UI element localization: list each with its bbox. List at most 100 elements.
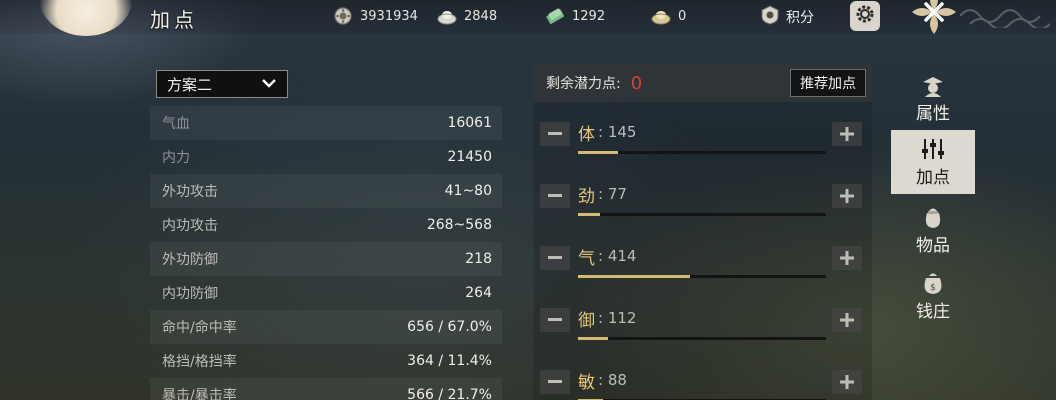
minus-icon bbox=[548, 380, 562, 383]
jade-note-icon bbox=[544, 6, 566, 26]
decrease-button[interactable] bbox=[540, 308, 570, 332]
points-button[interactable]: 积分 bbox=[760, 5, 814, 29]
remaining-points-value: 0 bbox=[630, 72, 643, 94]
stat-row: 内功防御 264 bbox=[150, 276, 502, 310]
attribute-name: 敏 bbox=[578, 373, 595, 393]
attribute-name: 体 bbox=[578, 125, 595, 145]
increase-button[interactable] bbox=[832, 370, 862, 394]
resource-currency-2: 2848 bbox=[436, 5, 497, 27]
tab-label: 钱庄 bbox=[916, 301, 950, 322]
remaining-points-label: 剩余潜力点: bbox=[546, 76, 621, 92]
attribute-progress-fill bbox=[578, 337, 608, 340]
attribute-progress-track bbox=[578, 275, 826, 278]
stat-value: 364 / 11.4% bbox=[407, 353, 492, 369]
money-bag-icon: $ bbox=[920, 271, 946, 295]
stat-label: 内功防御 bbox=[162, 286, 218, 302]
increase-button[interactable] bbox=[832, 184, 862, 208]
plan-dropdown[interactable]: 方案二 bbox=[156, 70, 288, 98]
attribute-value: : 112 bbox=[598, 309, 637, 327]
attribute-progress-fill bbox=[578, 275, 690, 278]
attribute-row-constitution: 体 : 145 bbox=[534, 118, 872, 158]
attribute-progress-track bbox=[578, 213, 826, 216]
stat-row: 内功攻击 268~568 bbox=[150, 208, 502, 242]
settings-button[interactable] bbox=[850, 1, 880, 31]
svg-text:$: $ bbox=[930, 283, 936, 293]
stat-label: 暴击/暴击率 bbox=[162, 388, 237, 400]
tab-add-points[interactable]: 加点 bbox=[891, 130, 975, 194]
attribute-name: 劲 bbox=[578, 187, 595, 207]
increase-button[interactable] bbox=[832, 122, 862, 146]
gold-ingot-icon bbox=[650, 6, 672, 26]
stat-value: 218 bbox=[465, 251, 492, 267]
decrease-button[interactable] bbox=[540, 122, 570, 146]
stat-value: 264 bbox=[465, 285, 492, 301]
attribute-progress-track bbox=[578, 151, 826, 154]
resource-currency-1: 3931934 bbox=[332, 5, 418, 27]
stat-row: 格挡/格挡率 364 / 11.4% bbox=[150, 344, 502, 378]
stat-label: 格挡/格挡率 bbox=[162, 354, 237, 370]
minus-icon bbox=[548, 194, 562, 197]
stat-row: 外功攻击 41~80 bbox=[150, 174, 502, 208]
tab-bank[interactable]: $ 钱庄 bbox=[891, 264, 975, 328]
minus-icon bbox=[548, 256, 562, 259]
stat-value: 21450 bbox=[447, 149, 492, 165]
stat-value: 41~80 bbox=[444, 183, 492, 199]
tab-items[interactable]: 物品 bbox=[891, 198, 975, 262]
attribute-name: 御 bbox=[578, 311, 595, 331]
resource-currency-4: 0 bbox=[650, 5, 686, 27]
plus-icon bbox=[840, 127, 854, 141]
plus-icon bbox=[840, 189, 854, 203]
stat-label: 气血 bbox=[162, 116, 190, 132]
tab-attributes[interactable]: 属性 bbox=[891, 66, 975, 130]
tab-label: 物品 bbox=[916, 235, 950, 256]
plus-icon bbox=[840, 375, 854, 389]
increase-button[interactable] bbox=[832, 246, 862, 270]
increase-button[interactable] bbox=[832, 308, 862, 332]
stat-row: 气血 16061 bbox=[150, 106, 502, 140]
gear-coin-icon bbox=[332, 6, 354, 26]
character-icon bbox=[921, 73, 945, 97]
close-icon bbox=[908, 0, 960, 42]
page-title: 加点 bbox=[150, 8, 198, 32]
resource-currency-3: 1292 bbox=[544, 5, 605, 27]
decrease-button[interactable] bbox=[540, 370, 570, 394]
attribute-progress-fill bbox=[578, 213, 601, 216]
minus-icon bbox=[548, 318, 562, 321]
stat-label: 内功攻击 bbox=[162, 218, 218, 234]
attribute-row-agility: 敏 : 88 bbox=[534, 366, 872, 400]
stat-row: 外功防御 218 bbox=[150, 242, 502, 276]
minus-icon bbox=[548, 132, 562, 135]
stat-value: 16061 bbox=[447, 115, 492, 131]
stat-row: 暴击/暴击率 566 / 21.7% bbox=[150, 378, 502, 400]
tab-label: 属性 bbox=[916, 103, 950, 124]
stat-label: 外功防御 bbox=[162, 252, 218, 268]
close-button[interactable] bbox=[908, 0, 960, 40]
plus-icon bbox=[840, 313, 854, 327]
decrease-button[interactable] bbox=[540, 184, 570, 208]
allocation-header: 剩余潜力点: 0 推荐加点 bbox=[534, 64, 872, 102]
stat-label: 外功攻击 bbox=[162, 184, 218, 200]
cloud-pattern-decoration bbox=[959, 4, 1051, 30]
resource-value: 1292 bbox=[572, 8, 606, 24]
points-label: 积分 bbox=[786, 10, 814, 26]
sliders-icon bbox=[920, 137, 946, 161]
stat-value: 268~568 bbox=[426, 217, 492, 233]
bag-icon bbox=[921, 205, 945, 229]
attribute-value: : 145 bbox=[598, 123, 637, 141]
attribute-value: : 77 bbox=[598, 185, 627, 203]
recommend-points-button[interactable]: 推荐加点 bbox=[790, 69, 866, 97]
points-badge-icon bbox=[760, 5, 780, 29]
attribute-row-energy: 气 : 414 bbox=[534, 242, 872, 282]
stat-value: 656 / 67.0% bbox=[407, 319, 492, 335]
attribute-progress-fill bbox=[578, 151, 618, 154]
attribute-name: 气 bbox=[578, 249, 595, 269]
decrease-button[interactable] bbox=[540, 246, 570, 270]
attribute-value: : 414 bbox=[598, 247, 637, 265]
attribute-row-strength: 劲 : 77 bbox=[534, 180, 872, 220]
stat-label: 命中/命中率 bbox=[162, 320, 237, 336]
resource-value: 3931934 bbox=[360, 8, 418, 24]
attribute-row-defense: 御 : 112 bbox=[534, 304, 872, 344]
stat-value: 566 / 21.7% bbox=[407, 387, 492, 400]
attribute-value: : 88 bbox=[598, 371, 627, 389]
stat-row: 内力 21450 bbox=[150, 140, 502, 174]
